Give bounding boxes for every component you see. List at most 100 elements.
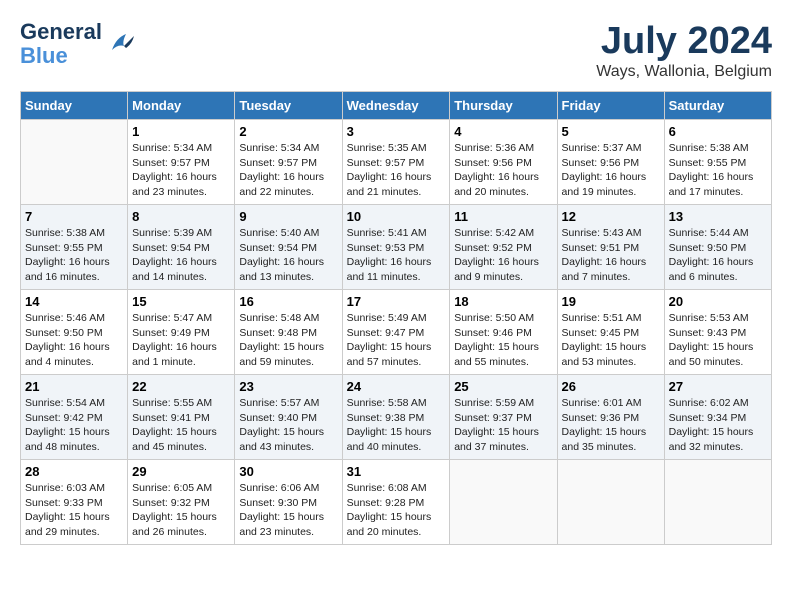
day-number: 20 — [669, 294, 767, 309]
weekday-friday: Friday — [557, 92, 664, 120]
calendar-cell: 23 Sunrise: 5:57 AM Sunset: 9:40 PM Dayli… — [235, 375, 342, 460]
calendar-cell: 16 Sunrise: 5:48 AM Sunset: 9:48 PM Dayli… — [235, 290, 342, 375]
day-number: 9 — [239, 209, 337, 224]
day-number: 14 — [25, 294, 123, 309]
day-info: Sunrise: 6:03 AM Sunset: 9:33 PM Dayligh… — [25, 481, 123, 540]
calendar-cell: 4 Sunrise: 5:36 AM Sunset: 9:56 PM Daylig… — [450, 120, 557, 205]
day-number: 24 — [347, 379, 446, 394]
weekday-thursday: Thursday — [450, 92, 557, 120]
day-number: 15 — [132, 294, 230, 309]
day-number: 6 — [669, 124, 767, 139]
calendar-cell — [557, 460, 664, 545]
day-info: Sunrise: 5:49 AM Sunset: 9:47 PM Dayligh… — [347, 311, 446, 370]
title-area: July 2024 Ways, Wallonia, Belgium — [596, 20, 772, 81]
calendar-cell: 8 Sunrise: 5:39 AM Sunset: 9:54 PM Daylig… — [128, 205, 235, 290]
day-number: 25 — [454, 379, 552, 394]
day-info: Sunrise: 5:38 AM Sunset: 9:55 PM Dayligh… — [669, 141, 767, 200]
calendar-cell: 30 Sunrise: 6:06 AM Sunset: 9:30 PM Dayli… — [235, 460, 342, 545]
day-info: Sunrise: 5:46 AM Sunset: 9:50 PM Dayligh… — [25, 311, 123, 370]
day-number: 28 — [25, 464, 123, 479]
day-info: Sunrise: 5:48 AM Sunset: 9:48 PM Dayligh… — [239, 311, 337, 370]
calendar-cell: 5 Sunrise: 5:37 AM Sunset: 9:56 PM Daylig… — [557, 120, 664, 205]
weekday-wednesday: Wednesday — [342, 92, 450, 120]
day-info: Sunrise: 5:39 AM Sunset: 9:54 PM Dayligh… — [132, 226, 230, 285]
weekday-header-row: SundayMondayTuesdayWednesdayThursdayFrid… — [21, 92, 772, 120]
calendar-cell: 11 Sunrise: 5:42 AM Sunset: 9:52 PM Dayli… — [450, 205, 557, 290]
calendar-cell: 3 Sunrise: 5:35 AM Sunset: 9:57 PM Daylig… — [342, 120, 450, 205]
day-info: Sunrise: 5:57 AM Sunset: 9:40 PM Dayligh… — [239, 396, 337, 455]
calendar-cell — [664, 460, 771, 545]
calendar-cell: 28 Sunrise: 6:03 AM Sunset: 9:33 PM Dayli… — [21, 460, 128, 545]
calendar-table: SundayMondayTuesdayWednesdayThursdayFrid… — [20, 91, 772, 545]
day-info: Sunrise: 6:08 AM Sunset: 9:28 PM Dayligh… — [347, 481, 446, 540]
day-info: Sunrise: 5:35 AM Sunset: 9:57 PM Dayligh… — [347, 141, 446, 200]
day-number: 4 — [454, 124, 552, 139]
calendar-cell: 2 Sunrise: 5:34 AM Sunset: 9:57 PM Daylig… — [235, 120, 342, 205]
day-number: 19 — [562, 294, 660, 309]
day-number: 12 — [562, 209, 660, 224]
day-number: 2 — [239, 124, 337, 139]
week-row-5: 28 Sunrise: 6:03 AM Sunset: 9:33 PM Dayli… — [21, 460, 772, 545]
logo-text: GeneralBlue — [20, 20, 102, 68]
calendar-cell: 18 Sunrise: 5:50 AM Sunset: 9:46 PM Dayli… — [450, 290, 557, 375]
day-info: Sunrise: 5:34 AM Sunset: 9:57 PM Dayligh… — [239, 141, 337, 200]
day-info: Sunrise: 6:06 AM Sunset: 9:30 PM Dayligh… — [239, 481, 337, 540]
calendar-cell: 9 Sunrise: 5:40 AM Sunset: 9:54 PM Daylig… — [235, 205, 342, 290]
day-number: 5 — [562, 124, 660, 139]
day-info: Sunrise: 5:42 AM Sunset: 9:52 PM Dayligh… — [454, 226, 552, 285]
week-row-4: 21 Sunrise: 5:54 AM Sunset: 9:42 PM Dayli… — [21, 375, 772, 460]
day-number: 31 — [347, 464, 446, 479]
day-number: 17 — [347, 294, 446, 309]
day-info: Sunrise: 5:43 AM Sunset: 9:51 PM Dayligh… — [562, 226, 660, 285]
calendar-cell: 29 Sunrise: 6:05 AM Sunset: 9:32 PM Dayli… — [128, 460, 235, 545]
day-info: Sunrise: 5:54 AM Sunset: 9:42 PM Dayligh… — [25, 396, 123, 455]
calendar-cell: 25 Sunrise: 5:59 AM Sunset: 9:37 PM Dayli… — [450, 375, 557, 460]
day-info: Sunrise: 6:02 AM Sunset: 9:34 PM Dayligh… — [669, 396, 767, 455]
day-number: 21 — [25, 379, 123, 394]
day-info: Sunrise: 5:53 AM Sunset: 9:43 PM Dayligh… — [669, 311, 767, 370]
day-number: 18 — [454, 294, 552, 309]
calendar-cell: 6 Sunrise: 5:38 AM Sunset: 9:55 PM Daylig… — [664, 120, 771, 205]
day-info: Sunrise: 5:34 AM Sunset: 9:57 PM Dayligh… — [132, 141, 230, 200]
day-number: 23 — [239, 379, 337, 394]
calendar-cell: 22 Sunrise: 5:55 AM Sunset: 9:41 PM Dayli… — [128, 375, 235, 460]
day-number: 16 — [239, 294, 337, 309]
day-number: 26 — [562, 379, 660, 394]
logo-icon — [104, 30, 134, 58]
calendar-cell: 7Sunrise: 5:38 AM Sunset: 9:55 PM Daylig… — [21, 205, 128, 290]
day-info: Sunrise: 6:05 AM Sunset: 9:32 PM Dayligh… — [132, 481, 230, 540]
day-number: 13 — [669, 209, 767, 224]
weekday-monday: Monday — [128, 92, 235, 120]
day-info: Sunrise: 5:58 AM Sunset: 9:38 PM Dayligh… — [347, 396, 446, 455]
day-number: 8 — [132, 209, 230, 224]
calendar-cell: 24 Sunrise: 5:58 AM Sunset: 9:38 PM Dayli… — [342, 375, 450, 460]
calendar-cell: 31 Sunrise: 6:08 AM Sunset: 9:28 PM Dayli… — [342, 460, 450, 545]
day-number: 11 — [454, 209, 552, 224]
day-info: Sunrise: 5:55 AM Sunset: 9:41 PM Dayligh… — [132, 396, 230, 455]
day-info: Sunrise: 5:37 AM Sunset: 9:56 PM Dayligh… — [562, 141, 660, 200]
calendar-cell: 20 Sunrise: 5:53 AM Sunset: 9:43 PM Dayli… — [664, 290, 771, 375]
day-number: 7 — [25, 209, 123, 224]
weekday-sunday: Sunday — [21, 92, 128, 120]
day-info: Sunrise: 6:01 AM Sunset: 9:36 PM Dayligh… — [562, 396, 660, 455]
location-subtitle: Ways, Wallonia, Belgium — [596, 63, 772, 81]
day-info: Sunrise: 5:47 AM Sunset: 9:49 PM Dayligh… — [132, 311, 230, 370]
day-number: 22 — [132, 379, 230, 394]
calendar-cell — [450, 460, 557, 545]
day-info: Sunrise: 5:50 AM Sunset: 9:46 PM Dayligh… — [454, 311, 552, 370]
calendar-cell: 26 Sunrise: 6:01 AM Sunset: 9:36 PM Dayli… — [557, 375, 664, 460]
day-number: 29 — [132, 464, 230, 479]
day-number: 27 — [669, 379, 767, 394]
week-row-2: 7Sunrise: 5:38 AM Sunset: 9:55 PM Daylig… — [21, 205, 772, 290]
page-header: GeneralBlue July 2024 Ways, Wallonia, Be… — [20, 20, 772, 81]
day-info: Sunrise: 5:59 AM Sunset: 9:37 PM Dayligh… — [454, 396, 552, 455]
logo: GeneralBlue — [20, 20, 134, 68]
month-year-title: July 2024 — [596, 20, 772, 63]
week-row-3: 14 Sunrise: 5:46 AM Sunset: 9:50 PM Dayli… — [21, 290, 772, 375]
day-info: Sunrise: 5:40 AM Sunset: 9:54 PM Dayligh… — [239, 226, 337, 285]
day-info: Sunrise: 5:51 AM Sunset: 9:45 PM Dayligh… — [562, 311, 660, 370]
day-info: Sunrise: 5:36 AM Sunset: 9:56 PM Dayligh… — [454, 141, 552, 200]
calendar-cell: 10Sunrise: 5:41 AM Sunset: 9:53 PM Dayli… — [342, 205, 450, 290]
day-number: 3 — [347, 124, 446, 139]
day-number: 30 — [239, 464, 337, 479]
